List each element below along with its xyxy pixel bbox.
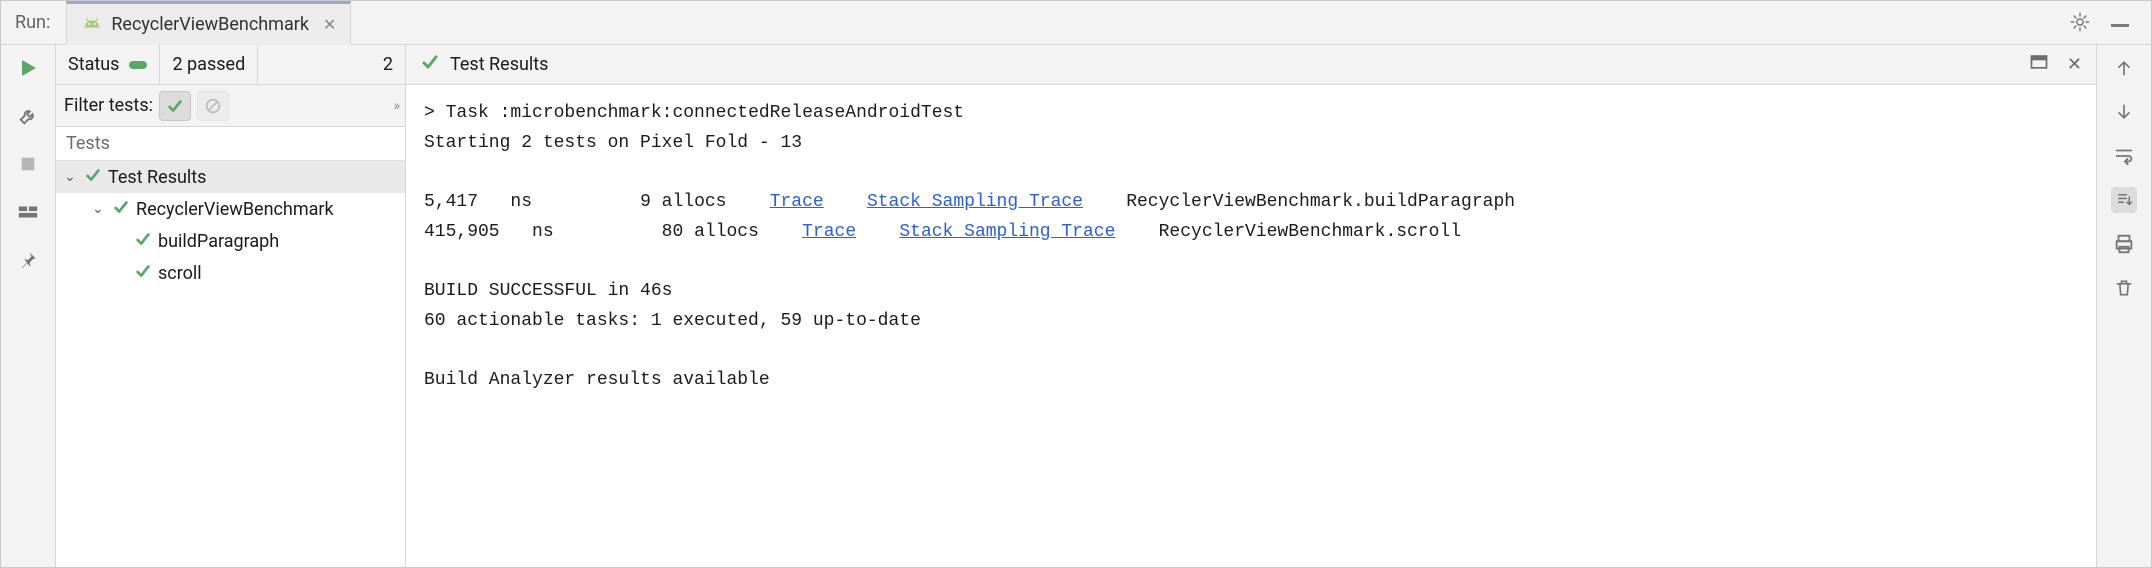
print-icon[interactable] bbox=[2111, 231, 2137, 257]
tree-method2-label: scroll bbox=[158, 263, 202, 284]
expand-toolbar-icon[interactable]: » bbox=[393, 98, 397, 114]
gear-icon[interactable] bbox=[2069, 11, 2093, 35]
run-tab-bar: Run: RecyclerViewBenchmark ✕ bbox=[1, 1, 2151, 45]
trace-link[interactable]: Trace bbox=[770, 192, 824, 212]
stop-button[interactable] bbox=[15, 151, 41, 177]
left-tool-rail bbox=[1, 45, 56, 567]
show-passed-toggle[interactable] bbox=[159, 91, 191, 121]
status-bar: Status 2 passed 2 bbox=[56, 45, 405, 85]
run-config-tab-label: RecyclerViewBenchmark bbox=[111, 14, 309, 35]
layout-icon[interactable] bbox=[15, 199, 41, 225]
chevron-down-icon: ⌄ bbox=[92, 201, 106, 217]
test-tree-panel: Status 2 passed 2 Filter tests: » bbox=[56, 45, 406, 567]
console-line: BUILD SUCCESSFUL in 46s bbox=[424, 281, 672, 301]
run-config-tab[interactable]: RecyclerViewBenchmark ✕ bbox=[66, 1, 351, 45]
screenshot-icon[interactable] bbox=[2029, 52, 2049, 77]
stack-trace-link[interactable]: Stack Sampling Trace bbox=[899, 222, 1115, 242]
soft-wrap-icon[interactable] bbox=[2111, 143, 2137, 169]
console-header: Test Results ✕ bbox=[406, 45, 2096, 85]
filter-label: Filter tests: bbox=[64, 95, 153, 116]
scroll-to-end-icon[interactable] bbox=[2111, 187, 2137, 213]
down-arrow-icon[interactable] bbox=[2111, 99, 2137, 125]
console-area: Test Results ✕ > Task :microbenchmark:co… bbox=[406, 45, 2096, 567]
tests-header: Tests bbox=[56, 127, 405, 161]
filter-row: Filter tests: » bbox=[56, 85, 405, 127]
total-count: 2 bbox=[383, 54, 393, 75]
status-pill-icon bbox=[129, 61, 147, 69]
tree-class-label: RecyclerViewBenchmark bbox=[136, 199, 334, 220]
console-line: 60 actionable tasks: 1 executed, 59 up-t… bbox=[424, 311, 921, 331]
console-header-title: Test Results bbox=[450, 54, 548, 75]
check-icon bbox=[112, 198, 130, 221]
minimize-icon[interactable] bbox=[2111, 11, 2135, 35]
test-tree[interactable]: ⌄ Test Results ⌄ RecyclerViewBenchmark bbox=[56, 161, 405, 567]
stack-trace-link[interactable]: Stack Sampling Trace bbox=[867, 192, 1083, 212]
trace-link[interactable]: Trace bbox=[802, 222, 856, 242]
tree-method1-label: buildParagraph bbox=[158, 231, 279, 252]
tree-method-row[interactable]: scroll bbox=[56, 257, 405, 289]
check-icon bbox=[134, 230, 152, 253]
up-arrow-icon[interactable] bbox=[2111, 55, 2137, 81]
trash-icon[interactable] bbox=[2111, 275, 2137, 301]
chevron-down-icon: ⌄ bbox=[64, 169, 78, 185]
bench-row: 5,417 ns 9 allocs Trace Stack Sampling T… bbox=[424, 192, 1515, 212]
console-line: Starting 2 tests on Pixel Fold - 13 bbox=[424, 133, 802, 153]
console-output[interactable]: > Task :microbenchmark:connectedReleaseA… bbox=[406, 85, 2096, 567]
show-ignored-toggle[interactable] bbox=[197, 91, 229, 121]
android-test-icon bbox=[81, 15, 103, 33]
console-line: Build Analyzer results available bbox=[424, 370, 770, 390]
tree-class-row[interactable]: ⌄ RecyclerViewBenchmark bbox=[56, 193, 405, 225]
console-line: > Task :microbenchmark:connectedReleaseA… bbox=[424, 103, 964, 123]
check-icon bbox=[134, 262, 152, 285]
pin-icon[interactable] bbox=[15, 247, 41, 273]
main-content: Status 2 passed 2 Filter tests: » bbox=[1, 45, 2151, 567]
rerun-button[interactable] bbox=[15, 55, 41, 81]
status-label: Status bbox=[68, 54, 119, 75]
status-segment: Status bbox=[56, 45, 160, 84]
wrench-icon[interactable] bbox=[15, 103, 41, 129]
run-label: Run: bbox=[9, 12, 56, 33]
tree-method-row[interactable]: buildParagraph bbox=[56, 225, 405, 257]
passed-segment: 2 passed bbox=[160, 45, 258, 84]
check-icon bbox=[84, 166, 102, 189]
passed-count: 2 passed bbox=[172, 54, 245, 75]
tree-root-label: Test Results bbox=[108, 167, 206, 188]
tree-root-row[interactable]: ⌄ Test Results bbox=[56, 161, 405, 193]
check-icon bbox=[420, 52, 440, 77]
close-tab-icon[interactable]: ✕ bbox=[323, 15, 336, 34]
close-console-icon[interactable]: ✕ bbox=[2067, 54, 2082, 75]
run-tool-window: Run: RecyclerViewBenchmark ✕ bbox=[0, 0, 2152, 568]
bench-row: 415,905 ns 80 allocs Trace Stack Samplin… bbox=[424, 222, 1461, 242]
total-segment: 2 bbox=[258, 45, 405, 84]
right-tool-rail bbox=[2096, 45, 2151, 567]
